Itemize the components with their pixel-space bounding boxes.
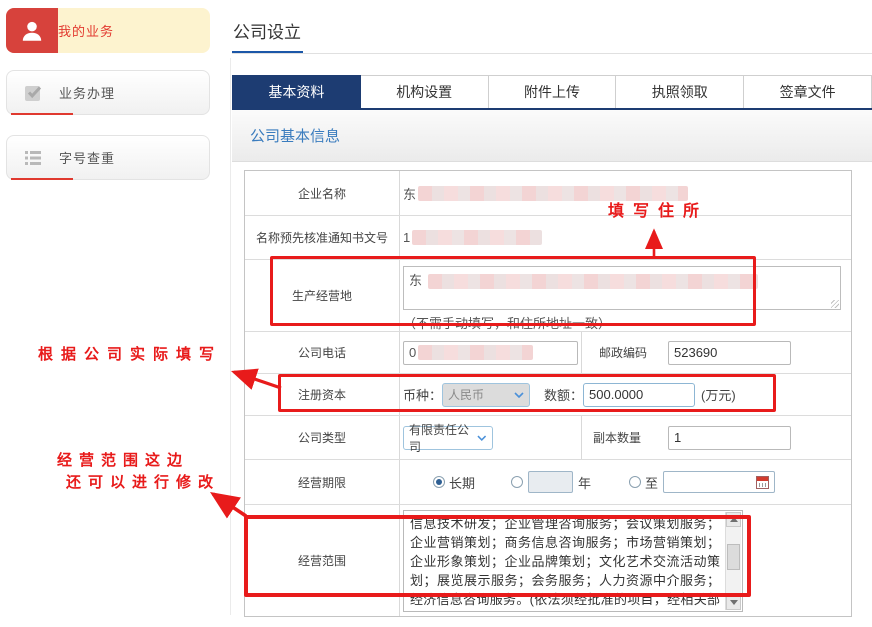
section-header: 公司基本信息 bbox=[232, 110, 872, 162]
registered-capital-value: 币种： 人民币 数额： 500.0000 (万元) bbox=[400, 374, 851, 415]
years-suffix: 年 bbox=[578, 473, 591, 492]
phone-prefix: 0 bbox=[409, 345, 416, 360]
long-term-radio[interactable] bbox=[433, 476, 445, 488]
scroll-down-icon[interactable] bbox=[726, 595, 741, 610]
years-input[interactable] bbox=[528, 471, 573, 493]
user-icon bbox=[6, 8, 58, 53]
sidebar-item-label: 业务办理 bbox=[59, 83, 115, 102]
sidebar-item-label: 我的业务 bbox=[58, 21, 114, 40]
chevron-down-icon bbox=[514, 392, 524, 398]
sidebar-item-my-business[interactable]: 我的业务 bbox=[6, 8, 210, 53]
until-label: 至 bbox=[645, 473, 658, 492]
section-title: 公司基本信息 bbox=[250, 125, 340, 146]
row-notice-number: 名称预先核准通知书文号 1 bbox=[245, 215, 851, 259]
business-site-value: 东 （不需手动填写，和住所地址一致） bbox=[400, 260, 851, 331]
chevron-down-icon bbox=[477, 435, 487, 441]
row-company-type: 公司类型 有限责任公司 副本数量 1 bbox=[245, 415, 851, 459]
business-site-note: （不需手动填写，和住所地址一致） bbox=[403, 313, 851, 332]
enterprise-name-prefix: 东 bbox=[403, 184, 416, 203]
phone-postal-value: 0 邮政编码 523690 bbox=[400, 332, 851, 373]
copy-count-label: 副本数量 bbox=[593, 429, 641, 446]
years-radio[interactable] bbox=[511, 476, 523, 488]
company-basic-info-form: 企业名称 东 名称预先核准通知书文号 1 生产经营地 东 bbox=[244, 170, 852, 617]
business-scope-textarea[interactable]: 信息技术研发；企业管理咨询服务；会议策划服务；企业营销策划；商务信息咨询服务；市… bbox=[403, 510, 743, 612]
notice-number-prefix: 1 bbox=[403, 230, 410, 245]
company-type-select[interactable]: 有限责任公司 bbox=[403, 426, 493, 450]
checkbox-icon bbox=[7, 71, 59, 114]
content-divider bbox=[230, 58, 231, 615]
tab-bar: 基本资料 机构设置 附件上传 执照领取 签章文件 bbox=[232, 75, 872, 110]
tab-basic-info[interactable]: 基本资料 bbox=[232, 75, 361, 108]
business-term-value: 长期 年 至 bbox=[400, 460, 851, 504]
tab-org-setup[interactable]: 机构设置 bbox=[361, 75, 489, 108]
title-underline-track bbox=[232, 53, 872, 54]
tab-attachment-upload[interactable]: 附件上传 bbox=[489, 75, 617, 108]
row-business-scope: 经营范围 信息技术研发；企业管理咨询服务；会议策划服务；企业营销策划；商务信息咨… bbox=[245, 504, 851, 616]
business-scope-label: 经营范围 bbox=[245, 505, 400, 616]
sidebar-item-business-handling[interactable]: 业务办理 bbox=[6, 70, 210, 115]
copy-count-value: 1 bbox=[674, 430, 681, 445]
tab-signature-files[interactable]: 签章文件 bbox=[744, 75, 872, 108]
cell-divider bbox=[581, 416, 582, 459]
phone-input[interactable]: 0 bbox=[403, 341, 578, 365]
sidebar-item-label: 字号查重 bbox=[59, 148, 115, 167]
row-enterprise-name: 企业名称 东 bbox=[245, 171, 851, 215]
row-registered-capital: 注册资本 币种： 人民币 数额： 500.0000 (万元) bbox=[245, 373, 851, 415]
long-term-label: 长期 bbox=[449, 473, 475, 492]
company-type-selected: 有限责任公司 bbox=[409, 421, 477, 455]
scroll-up-icon[interactable] bbox=[726, 512, 741, 527]
company-type-label: 公司类型 bbox=[245, 416, 400, 459]
tab-license-collection[interactable]: 执照领取 bbox=[616, 75, 744, 108]
registered-capital-label: 注册资本 bbox=[245, 374, 400, 415]
calendar-icon[interactable] bbox=[756, 476, 769, 489]
until-date-input[interactable] bbox=[663, 471, 775, 493]
sidebar-underline bbox=[11, 178, 73, 180]
business-site-label: 生产经营地 bbox=[245, 260, 400, 331]
until-date-radio[interactable] bbox=[629, 476, 641, 488]
business-site-textarea[interactable]: 东 bbox=[403, 266, 841, 310]
postal-code-value: 523690 bbox=[674, 345, 717, 360]
sidebar-item-name-check[interactable]: 字号查重 bbox=[6, 135, 210, 180]
copy-count-input[interactable]: 1 bbox=[668, 426, 791, 450]
annotation-scope-edit-1: 经营范围这边 bbox=[57, 449, 189, 470]
scrollbar-thumb[interactable] bbox=[727, 544, 740, 570]
row-business-term: 经营期限 长期 年 至 bbox=[245, 459, 851, 504]
amount-input[interactable]: 500.0000 bbox=[583, 383, 695, 407]
redacted-phone bbox=[418, 345, 533, 360]
postal-code-label: 邮政编码 bbox=[599, 344, 647, 361]
scrollbar[interactable] bbox=[725, 512, 741, 610]
redacted-enterprise-name bbox=[418, 186, 688, 201]
notice-number-label: 名称预先核准通知书文号 bbox=[245, 216, 400, 259]
annotation-fill-actual: 根据公司实际填写 bbox=[38, 343, 222, 364]
cell-divider bbox=[581, 332, 582, 373]
amount-value: 500.0000 bbox=[589, 387, 643, 402]
currency-select[interactable]: 人民币 bbox=[442, 383, 530, 407]
postal-code-input[interactable]: 523690 bbox=[668, 341, 791, 365]
resize-grip-icon[interactable] bbox=[831, 300, 839, 308]
company-type-value: 有限责任公司 副本数量 1 bbox=[400, 416, 851, 459]
sidebar-underline bbox=[11, 113, 73, 115]
business-scope-text: 信息技术研发；企业管理咨询服务；会议策划服务；企业营销策划；商务信息咨询服务；市… bbox=[410, 514, 720, 612]
amount-unit: (万元) bbox=[701, 385, 736, 404]
redacted-notice-number bbox=[412, 230, 542, 245]
row-business-site: 生产经营地 东 （不需手动填写，和住所地址一致） bbox=[245, 259, 851, 331]
annotation-scope-edit-2: 还可以进行修改 bbox=[66, 471, 220, 492]
redacted-business-site bbox=[428, 274, 758, 289]
notice-number-value: 1 bbox=[400, 216, 851, 259]
business-scope-value: 信息技术研发；企业管理咨询服务；会议策划服务；企业营销策划；商务信息咨询服务；市… bbox=[400, 505, 851, 616]
phone-label: 公司电话 bbox=[245, 332, 400, 373]
business-term-label: 经营期限 bbox=[245, 460, 400, 504]
enterprise-name-value: 东 bbox=[400, 171, 851, 215]
company-setup-page: 我的业务 业务办理 字号查重 公司设立 基本资料 机构设置 附件上传 执照领取 … bbox=[0, 0, 872, 627]
enterprise-name-label: 企业名称 bbox=[245, 171, 400, 215]
currency-label: 币种： bbox=[403, 385, 442, 404]
row-phone-postal: 公司电话 0 邮政编码 523690 bbox=[245, 331, 851, 373]
business-site-prefix: 东 bbox=[409, 273, 422, 288]
page-title: 公司设立 bbox=[233, 18, 301, 43]
list-icon bbox=[7, 136, 59, 179]
amount-label: 数额： bbox=[544, 385, 583, 404]
currency-value: 人民币 bbox=[448, 386, 484, 403]
